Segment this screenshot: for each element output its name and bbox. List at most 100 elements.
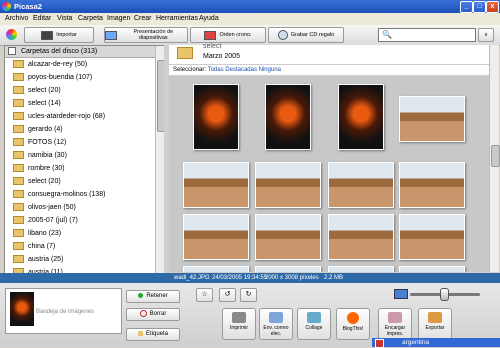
folder-item[interactable]: ucles-atardeder-rojo (68) bbox=[13, 111, 105, 122]
menu-ayuda[interactable]: Ayuda bbox=[199, 15, 219, 22]
folder-item-label: 2005-07 (jul) (7) bbox=[28, 217, 78, 224]
burn-cd-button[interactable]: Grabar CD regalo bbox=[268, 27, 344, 43]
title-bar: Picasa2 _ □ x bbox=[0, 0, 500, 13]
import-button[interactable]: Importar bbox=[24, 27, 94, 43]
album-title[interactable]: select bbox=[203, 43, 221, 50]
folder-item-label: select (20) bbox=[28, 87, 61, 94]
collage-button[interactable]: Collage bbox=[297, 308, 331, 340]
folder-item[interactable]: select (20) bbox=[13, 176, 61, 187]
folder-item[interactable]: namibia (30) bbox=[13, 150, 67, 161]
folder-item[interactable]: gerardo (4) bbox=[13, 124, 63, 135]
photo-thumbnail[interactable] bbox=[328, 266, 394, 272]
folder-item[interactable]: libano (23) bbox=[13, 228, 61, 239]
menu-crear[interactable]: Crear bbox=[134, 15, 152, 22]
photo-grid-scrollbar[interactable] bbox=[489, 45, 500, 272]
tray-thumbnail[interactable] bbox=[10, 292, 34, 326]
folder-item[interactable]: 2005-07 (jul) (7) bbox=[13, 215, 78, 226]
slideshow-icon bbox=[105, 30, 117, 40]
close-button[interactable]: x bbox=[486, 1, 499, 13]
folder-item-label: austria (25) bbox=[28, 256, 64, 263]
grid-scroll-thumb[interactable] bbox=[491, 145, 500, 167]
folder-icon bbox=[13, 138, 24, 147]
clear-label: Borrar bbox=[149, 311, 167, 317]
photo-thumbnail[interactable] bbox=[255, 214, 321, 260]
photo-thumbnail[interactable] bbox=[265, 84, 311, 150]
photo-thumbnail[interactable] bbox=[399, 266, 465, 272]
photo-thumbnail[interactable] bbox=[399, 214, 465, 260]
select-all-link[interactable]: Todas bbox=[208, 67, 224, 73]
clear-button[interactable]: Borrar bbox=[126, 308, 180, 321]
photo-thumbnail[interactable] bbox=[183, 162, 249, 208]
taskbar-item[interactable]: argentina bbox=[372, 338, 500, 348]
folder-item[interactable]: select (14) bbox=[13, 98, 61, 109]
slideshow-button[interactable]: Presentación de diapositivas bbox=[104, 27, 188, 43]
folder-item-label: alcazar-de-rey (50) bbox=[28, 61, 88, 68]
window-title: Picasa2 bbox=[14, 2, 42, 11]
photo-thumbnail[interactable] bbox=[183, 214, 249, 260]
maximize-button[interactable]: □ bbox=[473, 1, 486, 13]
folder-item[interactable]: olivos-jaen (50) bbox=[13, 202, 76, 213]
selection-bar: Seleccionar: Todas Destacadas Ninguna bbox=[169, 65, 489, 75]
search-clear-button[interactable]: x bbox=[478, 28, 494, 42]
folder-item[interactable]: FOTOS (12) bbox=[13, 137, 66, 148]
taskbar-item-label: argentina bbox=[402, 339, 430, 346]
album-header: select Marzo 2005 bbox=[169, 43, 489, 65]
star-button[interactable]: ☆ bbox=[196, 288, 213, 302]
menu-carpeta[interactable]: Carpeta bbox=[78, 15, 103, 22]
email-button[interactable]: Env. correo elec. bbox=[259, 308, 293, 340]
photo-thumbnail[interactable] bbox=[255, 162, 321, 208]
folder-item[interactable]: consuegra-molinos (138) bbox=[13, 189, 105, 200]
photo-thumbnail[interactable] bbox=[193, 84, 239, 150]
photo-thumbnail[interactable] bbox=[399, 96, 465, 142]
folder-item[interactable]: china (7) bbox=[13, 241, 55, 252]
folder-icon bbox=[13, 190, 24, 199]
export-label: Exportar bbox=[425, 325, 445, 331]
status-datetime: 24/03/2005 19:34:55 bbox=[212, 275, 268, 281]
folder-item[interactable]: select (20) bbox=[13, 85, 61, 96]
photo-thumbnail[interactable] bbox=[328, 214, 394, 260]
menu-vista[interactable]: Vista bbox=[57, 15, 72, 22]
folder-item[interactable]: rombre (30) bbox=[13, 163, 65, 174]
status-size: 2.2 MB bbox=[324, 275, 344, 281]
label-button[interactable]: Etiqueta bbox=[126, 328, 180, 341]
folder-icon bbox=[13, 125, 24, 134]
timeline-button[interactable]: Orden crono. bbox=[190, 27, 266, 43]
folder-item[interactable]: austria (25) bbox=[13, 254, 63, 265]
folder-group-header[interactable]: Carpetas del disco (313) bbox=[5, 46, 163, 58]
select-label: Seleccionar: bbox=[173, 67, 207, 73]
status-bar: wadi_42.JPG 24/03/2005 19:34:55 2000 x 3… bbox=[0, 273, 500, 283]
folder-item[interactable]: alcazar-de-rey (50) bbox=[13, 59, 87, 70]
photo-thumbnail[interactable] bbox=[338, 84, 384, 150]
collapse-toggle-icon[interactable] bbox=[8, 47, 16, 56]
thumbnail-size-icon bbox=[394, 289, 408, 299]
blogthis-label: BlogThis! bbox=[342, 326, 364, 332]
picasa-home-icon[interactable] bbox=[6, 29, 17, 40]
photo-thumbnail[interactable] bbox=[328, 162, 394, 208]
export-button[interactable]: Exportar bbox=[418, 308, 452, 340]
print-button[interactable]: Imprimir bbox=[222, 308, 256, 340]
menu-imagen[interactable]: Imagen bbox=[107, 15, 130, 22]
order-prints-label: Encargar impres. bbox=[384, 325, 406, 337]
menu-editar[interactable]: Editar bbox=[33, 15, 51, 22]
photo-thumbnail[interactable] bbox=[183, 266, 249, 272]
photo-thumbnail[interactable] bbox=[255, 266, 321, 272]
minimize-button[interactable]: _ bbox=[460, 1, 473, 13]
photo-thumbnail[interactable] bbox=[399, 162, 465, 208]
blogthis-button[interactable]: BlogThis! bbox=[336, 308, 370, 340]
clear-icon bbox=[139, 309, 147, 317]
photo-grid bbox=[169, 76, 489, 272]
menu-archivo[interactable]: Archivo bbox=[5, 15, 28, 22]
folder-list-scrollbar[interactable] bbox=[155, 46, 165, 273]
select-starred-link[interactable]: Destacadas bbox=[225, 67, 257, 73]
hold-button[interactable]: Retener bbox=[126, 290, 180, 303]
order-prints-button[interactable]: Encargar impres. bbox=[378, 308, 412, 340]
zoom-slider-thumb[interactable] bbox=[440, 288, 449, 301]
printer-icon bbox=[232, 312, 246, 323]
folder-icon bbox=[13, 86, 24, 95]
menu-herramientas[interactable]: Herramientas bbox=[156, 15, 198, 22]
folder-item[interactable]: poyos-buendia (107) bbox=[13, 72, 92, 83]
search-input[interactable]: 🔍 bbox=[378, 28, 476, 42]
rotate-right-button[interactable]: ↻ bbox=[240, 288, 257, 302]
rotate-left-button[interactable]: ↺ bbox=[219, 288, 236, 302]
select-none-link[interactable]: Ninguna bbox=[259, 67, 281, 73]
